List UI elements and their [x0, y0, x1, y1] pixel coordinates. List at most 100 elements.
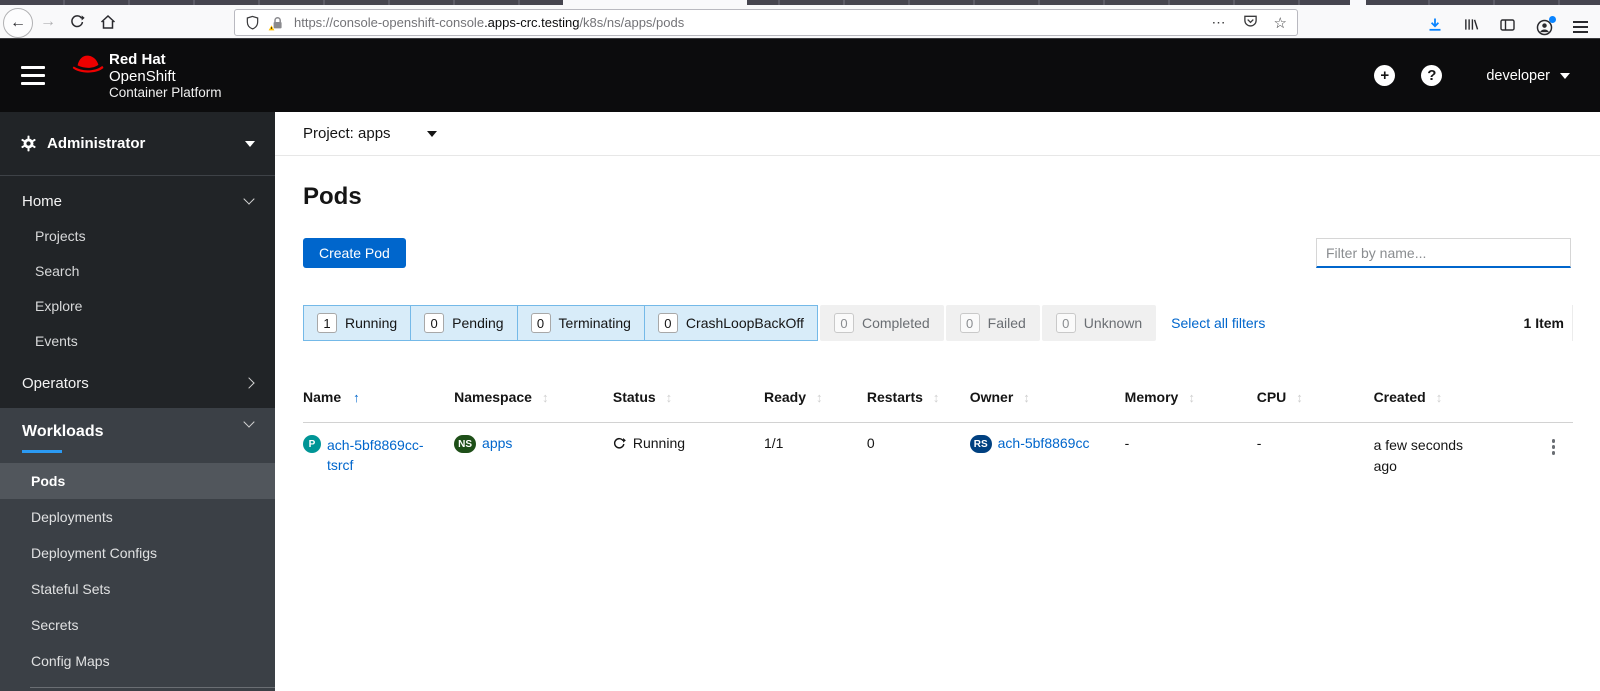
sidebar-group-operators[interactable]: Operators [0, 366, 275, 400]
column-header-ready[interactable]: Ready ↕ [764, 389, 867, 405]
browser-menu-icon[interactable] [1573, 21, 1588, 33]
cell-ready: 1/1 [764, 435, 784, 451]
masthead: Red Hat OpenShift Container Platform + ?… [0, 39, 1600, 112]
page-title: Pods [303, 183, 362, 210]
replicaset-badge: RS [969, 435, 992, 453]
bookmark-star-icon[interactable]: ☆ [1274, 14, 1287, 32]
cell-namespace: NS apps [454, 435, 613, 453]
column-header-owner[interactable]: Owner ↕ [970, 389, 1125, 405]
browser-forward-button[interactable]: → [40, 13, 56, 31]
lock-warning-icon[interactable] [268, 15, 286, 31]
filter-chip-completed[interactable]: 0 Completed [819, 305, 944, 341]
chevron-down-icon [243, 193, 255, 205]
column-header-memory[interactable]: Memory ↕ [1125, 389, 1257, 405]
cell-owner: RS ach-5bf8869cc [969, 435, 1125, 453]
sidebar-item-secrets[interactable]: Secrets [0, 607, 275, 643]
sidebar-item-explore[interactable]: Explore [0, 288, 275, 323]
project-bar: Project: apps [275, 112, 1600, 156]
sidebar-item-deployment-configs[interactable]: Deployment Configs [0, 535, 275, 571]
pocket-icon[interactable] [1243, 13, 1258, 33]
browser-toolbar: ← → https://console-openshift-console.ap… [0, 5, 1600, 39]
library-icon[interactable] [1463, 17, 1479, 37]
sort-icon: ↕ [541, 389, 549, 405]
sort-icon: ↕ [932, 389, 940, 405]
create-pod-button[interactable]: Create Pod [303, 238, 406, 268]
back-arrow-icon: ← [10, 14, 26, 31]
sort-icon: ↕ [665, 389, 673, 405]
sort-icon: ↕ [816, 389, 823, 405]
pod-name-link[interactable]: ach-5bf8869cc-tsrcf [327, 435, 441, 475]
main-content: Project: apps Pods Create Pod 1 Running … [275, 112, 1600, 691]
column-header-cpu[interactable]: CPU ↕ [1257, 389, 1374, 405]
browser-url-bar[interactable]: https://console-openshift-console.apps-c… [234, 9, 1298, 36]
account-icon[interactable] [1536, 15, 1556, 36]
caret-down-icon[interactable] [426, 130, 437, 137]
help-button[interactable]: ? [1421, 65, 1443, 86]
sidebar-item-config-maps[interactable]: Config Maps [0, 643, 275, 679]
url-text: https://console-openshift-console.apps-c… [294, 15, 685, 30]
cell-actions [1506, 435, 1573, 459]
filter-chip-crashloopbackoff[interactable]: 0 CrashLoopBackOff [643, 305, 818, 341]
cell-restarts: 0 [866, 435, 875, 451]
filter-chip-pending[interactable]: 0 Pending [410, 305, 518, 341]
select-all-filters-link[interactable]: Select all filters [1171, 315, 1265, 331]
brand-logo: Red Hat OpenShift Container Platform [71, 51, 222, 101]
perspective-switcher[interactable]: Administrator [0, 112, 275, 176]
shield-icon[interactable] [245, 15, 260, 30]
sidebar-item-deployments[interactable]: Deployments [0, 499, 275, 535]
sidebar-group-workloads[interactable]: Workloads [0, 416, 275, 453]
sidebar-toggle-icon[interactable] [1499, 17, 1516, 38]
column-header-status[interactable]: Status ↕ [613, 389, 764, 405]
downloads-icon[interactable] [1427, 17, 1443, 38]
sidebar: Administrator Home Projects Search Explo… [0, 112, 275, 691]
username: developer [1486, 67, 1550, 84]
namespace-badge: NS [454, 435, 477, 453]
filter-by-name-input[interactable] [1316, 238, 1571, 268]
page-actions-icon[interactable]: ⋯ [1212, 14, 1227, 31]
chevron-down-icon [243, 416, 255, 428]
pods-table: Name ↑ Namespace ↕ Status ↕ Ready ↕ Rest… [303, 369, 1573, 491]
filter-chip-terminating[interactable]: 0 Terminating [516, 305, 645, 341]
perspective-label: Administrator [47, 135, 146, 152]
column-header-name[interactable]: Name ↑ [303, 389, 454, 405]
kebab-menu-icon[interactable] [1548, 435, 1560, 459]
browser-reload-button[interactable] [70, 14, 85, 29]
filter-chip-failed[interactable]: 0 Failed [945, 305, 1040, 341]
gear-icon [21, 135, 36, 152]
sort-icon: ↕ [1296, 389, 1303, 405]
browser-back-button[interactable]: ← [3, 8, 33, 38]
sidebar-group-home[interactable]: Home [0, 184, 275, 218]
column-header-created[interactable]: Created ↕ [1374, 389, 1506, 405]
project-selector[interactable]: Project: apps [303, 125, 391, 142]
caret-down-icon [1560, 72, 1570, 79]
column-header-restarts[interactable]: Restarts ↕ [867, 389, 970, 405]
brand-line3: Container Platform [109, 84, 222, 100]
sidebar-divider [30, 687, 275, 688]
browser-home-button[interactable] [100, 14, 116, 30]
screen: ← → https://console-openshift-console.ap… [0, 0, 1600, 691]
home-icon [100, 14, 116, 29]
owner-link[interactable]: ach-5bf8869cc [998, 435, 1090, 451]
namespace-link[interactable]: apps [482, 435, 512, 451]
sidebar-item-search[interactable]: Search [0, 253, 275, 288]
sort-icon: ↕ [1023, 389, 1030, 405]
pod-badge: P [303, 435, 321, 453]
table-header-row: Name ↑ Namespace ↕ Status ↕ Ready ↕ Rest… [303, 369, 1573, 423]
user-menu[interactable]: developer [1486, 68, 1570, 84]
cell-cpu: - [1256, 435, 1262, 451]
caret-down-icon [245, 140, 255, 147]
sidebar-item-pods[interactable]: Pods [0, 463, 275, 499]
sort-icon: ↕ [1188, 389, 1195, 405]
sidebar-item-events[interactable]: Events [0, 323, 275, 358]
sidebar-item-projects[interactable]: Projects [0, 218, 275, 253]
filter-chip-unknown[interactable]: 0 Unknown [1041, 305, 1157, 341]
table-row: P ach-5bf8869cc-tsrcf NS apps Running 1/… [303, 423, 1573, 491]
active-section-indicator [22, 450, 62, 453]
sort-icon: ↕ [1435, 389, 1443, 405]
sidebar-item-stateful-sets[interactable]: Stateful Sets [0, 571, 275, 607]
column-header-namespace[interactable]: Namespace ↕ [454, 389, 613, 405]
filter-chip-running[interactable]: 1 Running [303, 305, 412, 341]
nav-toggle-button[interactable] [21, 66, 45, 85]
column-header-actions [1506, 389, 1573, 405]
add-button[interactable]: + [1374, 65, 1396, 86]
